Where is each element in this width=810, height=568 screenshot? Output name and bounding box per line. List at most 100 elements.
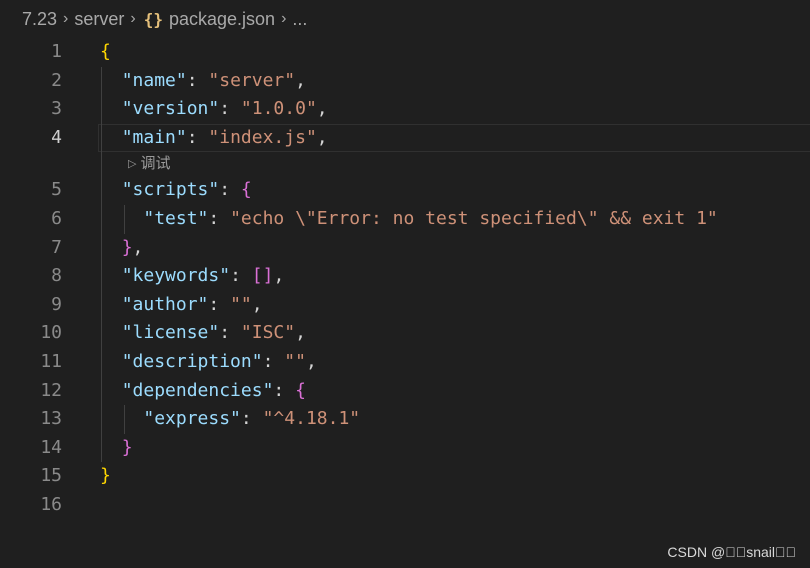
- indent-guide: [124, 405, 125, 434]
- code-token: :: [208, 208, 231, 229]
- code-token: "name": [121, 69, 187, 91]
- code-text: "author": "",: [100, 291, 263, 319]
- code-line[interactable]: 10 "license": "ISC",: [0, 319, 810, 347]
- code-line[interactable]: 9 "author": "",: [0, 291, 810, 319]
- code-token: "author": [121, 293, 209, 315]
- json-file-icon: {}: [143, 9, 163, 29]
- line-number: 10: [40, 322, 62, 344]
- code-token: "": [230, 293, 252, 315]
- line-number: 16: [40, 494, 62, 515]
- code-token: ,: [251, 293, 263, 315]
- line-number: 11: [40, 351, 62, 372]
- code-token: "^4.18.1": [262, 408, 361, 430]
- breadcrumb-item-package-json[interactable]: package.json: [169, 9, 275, 30]
- code-token: "license": [121, 322, 220, 344]
- code-token: }: [100, 465, 111, 487]
- code-token: "dependencies": [121, 379, 274, 401]
- code-line[interactable]: 6 "test": "echo \"Error: no test specifi…: [0, 205, 810, 233]
- chevron-right-icon: ›: [63, 10, 69, 27]
- code-line[interactable]: 5 "scripts": {: [0, 176, 810, 204]
- breadcrumb-item-folder-7-23[interactable]: 7.23: [22, 9, 57, 30]
- code-token: "index.js": [208, 126, 317, 148]
- line-number: 6: [51, 208, 62, 229]
- code-token: :: [230, 265, 252, 287]
- code-token: ,: [273, 265, 285, 287]
- code-line[interactable]: 14 }: [0, 434, 810, 462]
- code-text: "express": "^4.18.1": [100, 405, 360, 433]
- code-line[interactable]: 11 "description": "",: [0, 348, 810, 376]
- code-token: "server": [208, 69, 296, 91]
- debug-codelens[interactable]: ▷ 调试: [128, 153, 170, 175]
- code-token: :: [219, 322, 241, 344]
- line-number: 7: [51, 236, 62, 258]
- code-token: ,: [316, 98, 328, 120]
- code-token: "keywords": [121, 265, 231, 287]
- code-token: ,: [295, 322, 306, 344]
- code-token: ,: [305, 351, 317, 372]
- code-token: "express": [143, 408, 241, 430]
- code-token: "description": [121, 351, 263, 372]
- code-token: "test": [143, 208, 209, 229]
- code-token: :: [219, 179, 241, 201]
- code-token: []: [251, 265, 274, 287]
- play-icon: ▷: [128, 158, 137, 171]
- code-token: "1.0.0": [240, 98, 317, 120]
- code-token: "scripts": [121, 179, 220, 201]
- code-token: {: [100, 41, 111, 62]
- code-token: }: [121, 436, 133, 458]
- code-token: {: [295, 379, 306, 401]
- line-number: 2: [51, 69, 62, 91]
- breadcrumb-item-symbols[interactable]: ...: [292, 9, 307, 30]
- code-line[interactable]: 13 "express": "^4.18.1": [0, 405, 810, 433]
- code-text: "license": "ISC",: [100, 319, 306, 347]
- code-line[interactable]: 4 "main": "index.js",: [0, 123, 810, 152]
- code-line[interactable]: 3 "version": "1.0.0",: [0, 95, 810, 123]
- code-token: ,: [132, 236, 144, 258]
- code-line[interactable]: 8 "keywords": [],: [0, 262, 810, 290]
- code-line[interactable]: 15}: [0, 462, 810, 490]
- code-token: :: [186, 69, 209, 91]
- indent-guide: [101, 66, 102, 463]
- code-text: "version": "1.0.0",: [100, 95, 328, 123]
- code-text: },: [100, 234, 144, 262]
- code-text: "name": "server",: [100, 67, 306, 95]
- code-text: }: [100, 462, 111, 490]
- code-text: }: [100, 434, 133, 462]
- line-number: 9: [51, 293, 62, 315]
- code-line[interactable]: 16: [0, 491, 810, 519]
- breadcrumb-item-server[interactable]: server: [74, 9, 124, 30]
- code-token: :: [262, 351, 285, 372]
- code-line[interactable]: 2 "name": "server",: [0, 67, 810, 95]
- line-number: 8: [51, 265, 62, 287]
- code-text: "keywords": [],: [100, 262, 285, 290]
- code-token: :: [273, 379, 296, 401]
- code-token: }: [121, 236, 133, 258]
- code-token: "echo \"Error: no test specified\" && ex…: [230, 208, 718, 229]
- code-token: ,: [316, 126, 328, 148]
- code-text: "main": "index.js",: [100, 124, 328, 152]
- code-line[interactable]: 12 "dependencies": {: [0, 377, 810, 405]
- code-token: "ISC": [240, 322, 296, 344]
- chevron-right-icon: ›: [130, 10, 136, 27]
- code-token: {: [240, 179, 252, 201]
- code-line[interactable]: 1{: [0, 38, 810, 66]
- code-token: "version": [121, 98, 220, 120]
- code-text: {: [100, 38, 111, 66]
- code-line[interactable]: 7 },: [0, 234, 810, 262]
- breadcrumb: 7.23 › server › {} package.json › ...: [0, 0, 810, 38]
- line-number: 3: [51, 98, 62, 120]
- watermark: CSDN @  snail  : [667, 544, 796, 560]
- code-token: :: [208, 293, 231, 315]
- code-token: :: [186, 126, 209, 148]
- code-token: "": [284, 351, 306, 372]
